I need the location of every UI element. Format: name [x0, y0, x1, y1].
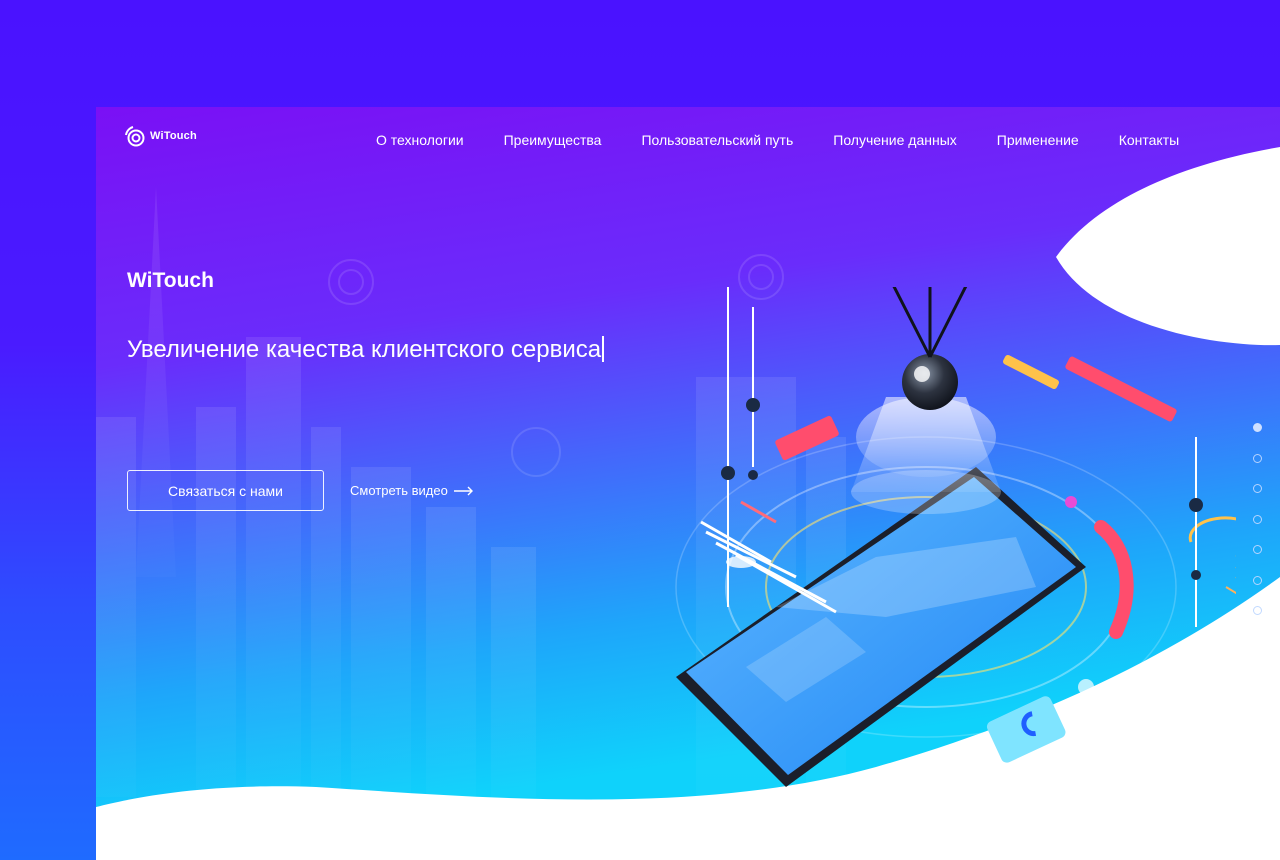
pagination-dot[interactable] [1253, 606, 1262, 615]
pagination-dot[interactable] [1253, 423, 1262, 432]
watch-video-label: Смотреть видео [350, 483, 448, 498]
logo[interactable]: WiTouch [124, 125, 197, 147]
hero-section: WiTouch О технологии Преимущества Пользо… [96, 107, 1280, 860]
page-frame: WiTouch О технологии Преимущества Пользо… [96, 107, 1280, 860]
arrow-right-icon [453, 486, 473, 495]
logo-text: WiTouch [150, 130, 197, 142]
watch-video-link[interactable]: Смотреть видео [350, 483, 474, 498]
pagination-dot[interactable] [1253, 514, 1262, 524]
nav-item-technology[interactable]: О технологии [376, 132, 464, 148]
signal-ring-icon [125, 126, 145, 147]
hero-headline: Увеличение качества клиентского сервиса [127, 336, 605, 364]
nav-item-advantages[interactable]: Преимущества [504, 132, 602, 148]
nav-item-contacts[interactable]: Контакты [1119, 132, 1179, 148]
main-nav: О технологии Преимущества Пользовательск… [376, 132, 1179, 148]
nav-item-data[interactable]: Получение данных [833, 132, 957, 148]
pagination-dot[interactable] [1253, 575, 1262, 585]
nav-item-usage[interactable]: Применение [997, 132, 1079, 148]
pagination-dot[interactable] [1253, 484, 1262, 493]
pagination-dot[interactable] [1253, 545, 1262, 554]
nav-item-user-journey[interactable]: Пользовательский путь [641, 132, 793, 148]
slide-pagination [1253, 423, 1262, 615]
smartphone-illustration [675, 287, 1236, 787]
hero-brand: WiTouch [127, 269, 214, 292]
pagination-dot[interactable] [1253, 453, 1262, 463]
hero-headline-text: Увеличение качества клиентского сервиса [127, 336, 602, 363]
contact-button[interactable]: Связаться с нами [127, 470, 324, 511]
